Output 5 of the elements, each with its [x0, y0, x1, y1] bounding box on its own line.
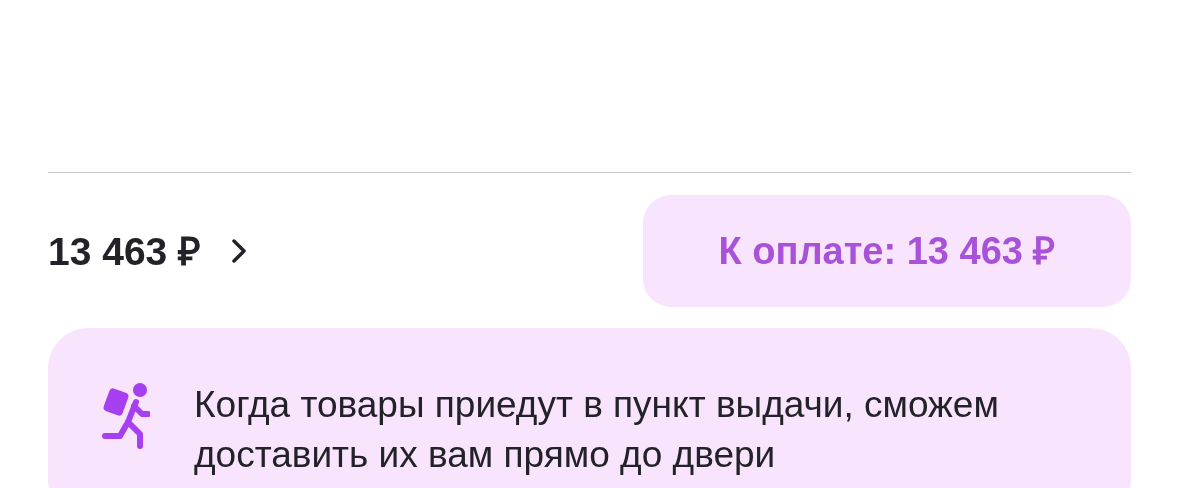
delivery-note: Когда товары приедут в пункт выдачи, сможем доставить их вам прямо до двери [194, 383, 1000, 477]
running-courier-icon [100, 382, 150, 450]
pay-button[interactable]: К оплате: 13 463 ₽ [643, 195, 1131, 307]
chevron-right-icon[interactable] [231, 238, 248, 264]
total-amount: 13 463 ₽ [48, 231, 202, 271]
